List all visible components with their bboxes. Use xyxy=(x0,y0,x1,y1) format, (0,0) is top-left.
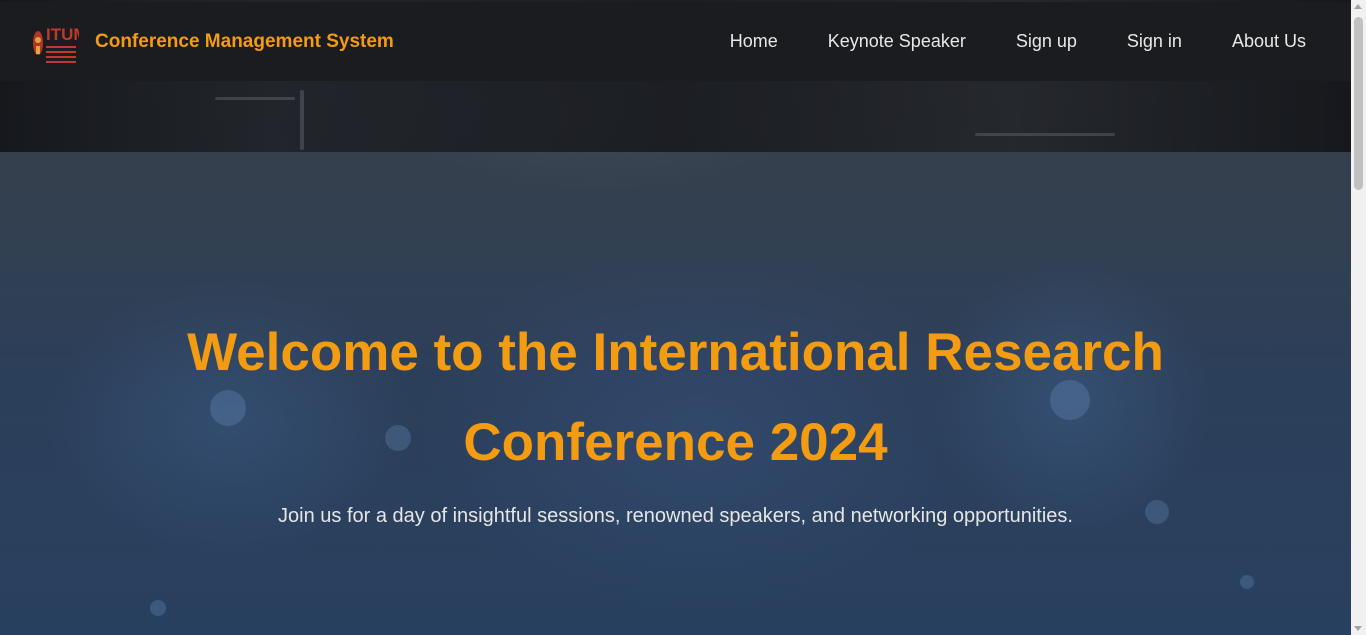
nav-link-sign-up[interactable]: Sign up xyxy=(1016,31,1077,52)
background-streak xyxy=(300,90,304,150)
background-sparkle xyxy=(1240,575,1254,589)
nav-link-about-us[interactable]: About Us xyxy=(1232,31,1306,52)
hero-title-line-1: Welcome to the International Research xyxy=(187,323,1164,382)
brand-title[interactable]: Conference Management System xyxy=(95,31,394,53)
logo-text: ITUM xyxy=(46,25,79,44)
navbar: ITUM Conference Management System Home K… xyxy=(0,2,1351,81)
hero-title: Welcome to the International Research Co… xyxy=(0,308,1351,488)
nav-link-sign-in[interactable]: Sign in xyxy=(1127,31,1182,52)
nav-link-keynote-speaker[interactable]: Keynote Speaker xyxy=(828,31,966,52)
nav-link-home[interactable]: Home xyxy=(730,31,778,52)
nav-links: Home Keynote Speaker Sign up Sign in Abo… xyxy=(680,31,1306,52)
hero-title-line-2: Conference 2024 xyxy=(463,413,888,472)
page: ITUM Conference Management System Home K… xyxy=(0,0,1366,635)
scrollbar-thumb[interactable] xyxy=(1354,17,1363,190)
itum-logo-icon[interactable]: ITUM xyxy=(31,18,88,68)
background-sparkle xyxy=(150,600,166,616)
vertical-scrollbar[interactable] xyxy=(1351,0,1366,635)
hero-subtitle: Join us for a day of insightful sessions… xyxy=(278,505,1073,527)
background-streak xyxy=(975,133,1115,136)
scroll-down-arrow-icon[interactable] xyxy=(1354,626,1362,631)
background-streak xyxy=(215,97,295,100)
scroll-up-arrow-icon[interactable] xyxy=(1354,4,1362,9)
